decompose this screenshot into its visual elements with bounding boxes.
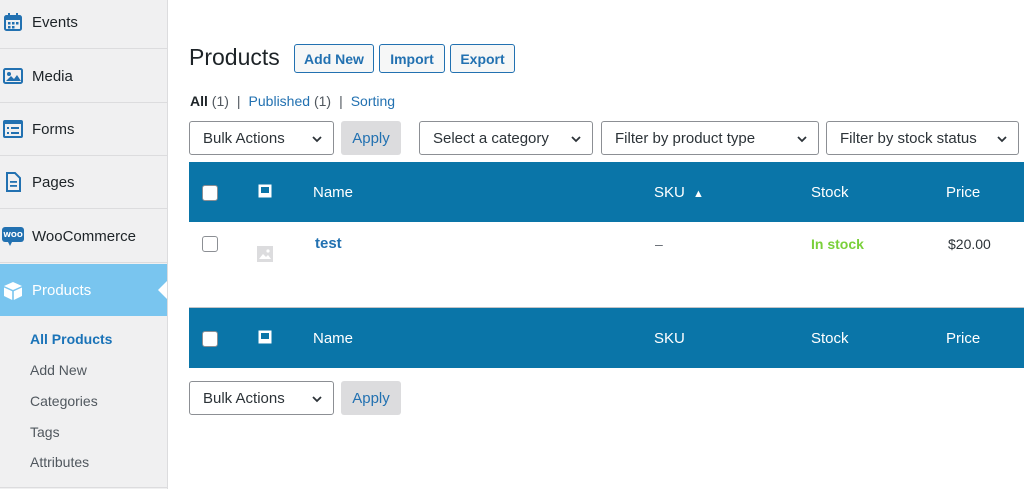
chevron-down-icon xyxy=(312,396,322,403)
product-type-filter-select[interactable]: Filter by product type xyxy=(601,121,819,155)
menu-label-forms: Forms xyxy=(32,120,75,138)
column-sku-footer[interactable]: SKU xyxy=(654,330,685,347)
import-button[interactable]: Import xyxy=(379,44,445,73)
media-icon xyxy=(2,65,24,87)
add-new-button[interactable]: Add New xyxy=(294,44,374,73)
column-price[interactable]: Price xyxy=(946,184,980,201)
bulk-actions-select-bottom[interactable]: Bulk Actions xyxy=(189,381,334,415)
view-published[interactable]: Published xyxy=(249,93,311,109)
page-icon xyxy=(2,171,24,193)
chevron-down-icon xyxy=(797,136,807,143)
woocommerce-icon: WOO xyxy=(2,225,24,247)
view-published-count: (1) xyxy=(313,93,332,109)
status-views: All (1) | Published (1) | Sorting xyxy=(190,93,395,109)
submenu-all-products[interactable]: All Products xyxy=(30,331,112,347)
menu-item-pages[interactable]: Pages xyxy=(0,156,167,209)
chevron-down-icon xyxy=(997,136,1007,143)
woocommerce-icon-text: WOO xyxy=(3,231,23,239)
table-footer: Name SKU Stock Price xyxy=(189,308,1024,368)
sort-asc-icon: ▲ xyxy=(693,188,704,200)
column-sku[interactable]: SKU ▲ xyxy=(654,184,704,201)
chevron-down-icon xyxy=(571,136,581,143)
calendar-icon xyxy=(2,11,24,33)
table-row: test – In stock $20.00 xyxy=(189,222,1024,308)
apply-button[interactable]: Apply xyxy=(341,121,401,155)
product-price: $20.00 xyxy=(948,236,991,252)
column-stock-footer[interactable]: Stock xyxy=(811,330,849,347)
stock-status: In stock xyxy=(811,236,864,252)
stock-status-filter-value: Filter by stock status xyxy=(840,129,977,147)
image-column-icon xyxy=(258,184,272,198)
submenu-attributes[interactable]: Attributes xyxy=(30,454,89,470)
menu-item-products[interactable]: Products xyxy=(0,264,167,317)
export-button[interactable]: Export xyxy=(450,44,515,73)
row-checkbox[interactable] xyxy=(202,236,218,252)
menu-label-products: Products xyxy=(32,282,92,299)
menu-item-events[interactable]: Events xyxy=(0,0,167,49)
select-all-checkbox[interactable] xyxy=(202,185,218,201)
page-title: Products xyxy=(189,44,280,70)
bulk-actions-select[interactable]: Bulk Actions xyxy=(189,121,334,155)
category-filter-value: Select a category xyxy=(433,129,549,147)
column-price-footer[interactable]: Price xyxy=(946,330,980,347)
table-header: Name SKU ▲ Stock Price xyxy=(189,162,1024,222)
product-sku: – xyxy=(655,236,663,252)
active-menu-arrow xyxy=(158,281,167,299)
column-stock[interactable]: Stock xyxy=(811,184,849,201)
view-all-count: (1) xyxy=(211,93,229,109)
column-sku-label: SKU xyxy=(654,184,685,201)
image-column-icon xyxy=(258,330,272,344)
view-separator: | xyxy=(236,93,241,109)
bulk-actions-value: Bulk Actions xyxy=(203,129,285,147)
submenu-tags[interactable]: Tags xyxy=(30,424,60,440)
select-all-checkbox-footer[interactable] xyxy=(202,331,218,347)
forms-icon xyxy=(2,118,24,140)
stock-status-filter-select[interactable]: Filter by stock status xyxy=(826,121,1019,155)
image-placeholder-icon xyxy=(257,246,273,262)
box-icon xyxy=(2,280,24,302)
category-filter-select[interactable]: Select a category xyxy=(419,121,593,155)
apply-button-bottom[interactable]: Apply xyxy=(341,381,401,415)
column-name-footer[interactable]: Name xyxy=(313,330,353,347)
view-all[interactable]: All xyxy=(190,93,208,109)
menu-label-events: Events xyxy=(32,13,78,31)
product-name-link[interactable]: test xyxy=(315,235,342,252)
bulk-actions-value-bottom: Bulk Actions xyxy=(203,389,285,407)
view-sorting[interactable]: Sorting xyxy=(351,93,395,109)
submenu-add-new[interactable]: Add New xyxy=(30,362,87,378)
products-submenu: All Products Add New Categories Tags Att… xyxy=(0,316,167,488)
menu-label-woocommerce: WooCommerce xyxy=(32,227,136,245)
product-type-filter-value: Filter by product type xyxy=(615,129,756,147)
menu-label-pages: Pages xyxy=(32,173,75,191)
menu-item-woocommerce[interactable]: WOO WooCommerce xyxy=(0,210,167,263)
menu-label-media: Media xyxy=(32,67,73,85)
submenu-categories[interactable]: Categories xyxy=(30,393,98,409)
menu-item-media[interactable]: Media xyxy=(0,50,167,103)
menu-item-forms[interactable]: Forms xyxy=(0,103,167,156)
view-separator: | xyxy=(339,93,343,109)
chevron-down-icon xyxy=(312,136,322,143)
admin-sidebar: Events Media Forms Pages WOO WooCommerce… xyxy=(0,0,168,489)
column-name[interactable]: Name xyxy=(313,184,353,201)
